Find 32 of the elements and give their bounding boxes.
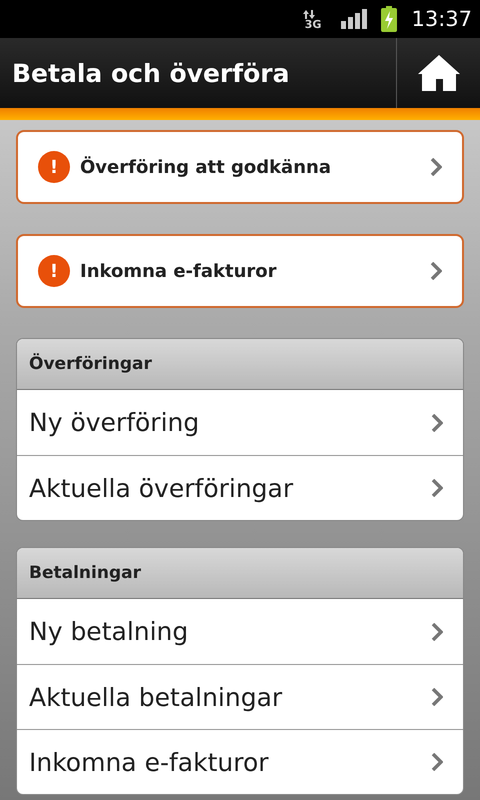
alert-label: Inkomna e-fakturor [80,260,278,282]
menu-item-label: Ny överföring [29,408,200,437]
menu-item-label: Aktuella överföringar [29,474,294,502]
menu-item-label: Inkomna e-fakturor [29,748,270,776]
chevron-icon [430,158,442,176]
menu-item[interactable]: Ny betalning [17,599,463,664]
chevron-icon [431,622,443,640]
menu-item[interactable]: Inkomna e-fakturor [17,729,463,794]
warning-icon: ! [38,151,70,183]
signal-icon [341,9,368,29]
menu-item[interactable]: Ny överföring [17,390,463,455]
screen-title: Betala och överföra [11,58,290,88]
network-label: 3G [304,18,322,30]
chevron-icon [431,753,443,771]
data-arrows-icon [302,10,315,18]
section-header: Betalningar [17,548,463,599]
home-icon [418,55,460,91]
menu-item[interactable]: Aktuella överföringar [17,455,463,520]
chevron-icon [431,414,443,432]
clock-time: 13:37 [411,7,472,31]
alert-label: Överföring att godkänna [80,156,332,178]
menu-item-label: Ny betalning [29,617,190,646]
menu-item[interactable]: Aktuella betalningar [17,664,463,729]
alert-item[interactable]: ! Överföring att godkänna [16,130,464,204]
chevron-icon [430,262,442,280]
menu-item-label: Aktuella betalningar [29,682,284,712]
warning-icon: ! [38,255,70,287]
battery-charging-icon [381,6,398,32]
alert-item[interactable]: ! Inkomna e-fakturor [16,234,464,308]
chevron-icon [431,479,443,497]
section-header: Överföringar [17,339,463,390]
chevron-icon [431,688,443,706]
